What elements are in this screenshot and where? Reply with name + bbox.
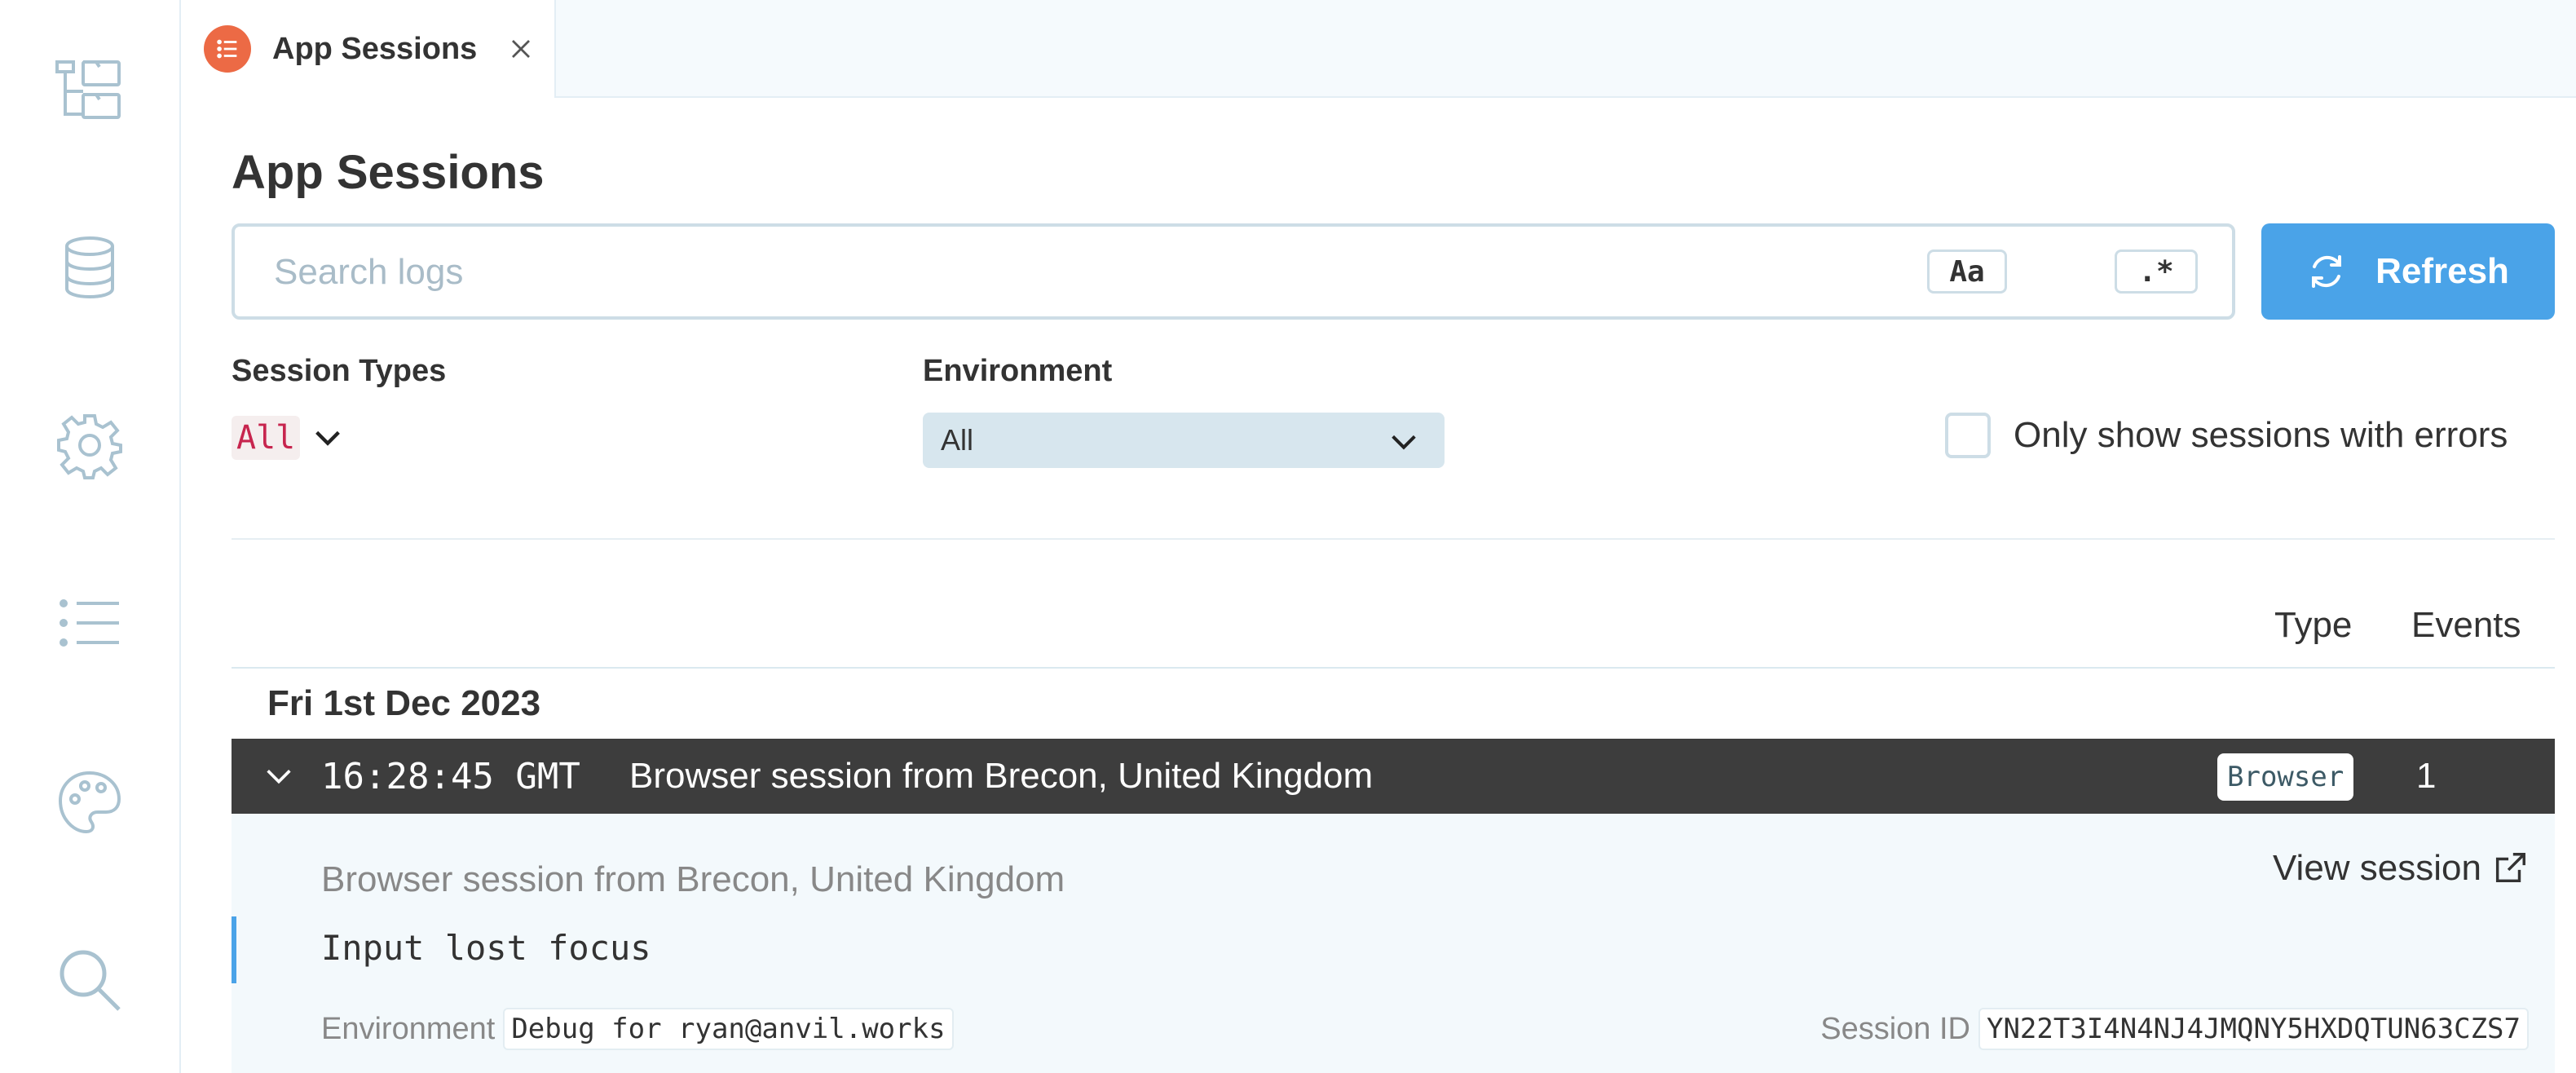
session-description: Browser session from Brecon, United King… <box>629 756 1374 796</box>
match-case-toggle[interactable]: Aa <box>1927 249 2007 294</box>
session-types-dropdown[interactable]: All <box>232 416 344 460</box>
external-link-icon <box>2495 853 2525 883</box>
view-session-link[interactable]: View session <box>2273 848 2529 889</box>
errors-only-label: Only show sessions with errors <box>2014 415 2508 455</box>
app-tree-icon <box>55 60 121 119</box>
detail-environment-label: Environment <box>321 1011 496 1046</box>
search-box: Aa .* <box>232 223 2235 320</box>
sidebar-item-data[interactable] <box>49 227 130 308</box>
chevron-down-icon[interactable] <box>262 760 295 793</box>
detail-session-id-label: Session ID <box>1820 1011 1970 1046</box>
detail-environment-value: Debug for ryan@anvil.works <box>503 1008 954 1050</box>
refresh-icon <box>2312 255 2342 288</box>
environment-label: Environment <box>923 354 1113 388</box>
detail-session-id-value: YN22T3I4N4NJ4JMQNY5HXDQTUN63CZS7 <box>1978 1008 2529 1050</box>
page-title: App Sessions <box>232 146 545 199</box>
chevron-down-icon <box>1392 435 1416 450</box>
search-icon <box>60 950 121 1011</box>
sidebar <box>0 0 181 1073</box>
environment-select[interactable]: All <box>923 413 1445 468</box>
list-icon <box>60 599 119 647</box>
environment-select-value: All <box>941 423 974 457</box>
session-types-value: All <box>232 416 301 460</box>
close-icon[interactable] <box>506 34 536 64</box>
log-line-marker <box>232 916 236 983</box>
sidebar-item-settings[interactable] <box>49 404 130 486</box>
palette-icon <box>58 771 121 834</box>
column-header-events: Events <box>2411 605 2521 645</box>
sidebar-item-app-tree[interactable] <box>49 47 130 129</box>
settings-gear-icon <box>57 414 122 479</box>
search-input[interactable] <box>272 245 1906 300</box>
refresh-button[interactable]: Refresh <box>2261 223 2555 320</box>
session-time: 16:28:45 GMT <box>321 755 580 797</box>
session-row[interactable]: 16:28:45 GMT Browser session from Brecon… <box>232 739 2555 814</box>
list-icon <box>204 25 251 73</box>
column-header-type: Type <box>2274 605 2353 645</box>
refresh-label: Refresh <box>2375 251 2509 291</box>
detail-environment: Environment Debug for ryan@anvil.works <box>321 1008 954 1050</box>
date-group-heading: Fri 1st Dec 2023 <box>267 683 541 723</box>
tab-app-sessions[interactable]: App Sessions <box>181 0 556 98</box>
filters-divider <box>232 538 2555 540</box>
database-icon <box>65 236 114 299</box>
errors-only-checkbox[interactable] <box>1945 413 1991 458</box>
session-detail-panel: Browser session from Brecon, United King… <box>232 814 2555 1073</box>
session-type-badge: Browser <box>2217 753 2354 801</box>
header-divider <box>232 667 2555 669</box>
view-session-label: View session <box>2273 848 2481 888</box>
regex-toggle[interactable]: .* <box>2115 249 2198 294</box>
detail-session-id: Session ID YN22T3I4N4NJ4JMQNY5HXDQTUN63C… <box>1820 1008 2529 1050</box>
sidebar-item-logs[interactable] <box>49 582 130 664</box>
sidebar-item-search[interactable] <box>49 939 130 1021</box>
log-line: Input lost focus <box>321 928 651 968</box>
session-types-label: Session Types <box>232 354 447 388</box>
tab-label: App Sessions <box>272 31 478 66</box>
errors-only-toggle[interactable]: Only show sessions with errors <box>1945 413 2508 458</box>
session-event-count: 1 <box>2416 756 2437 796</box>
sidebar-item-theme[interactable] <box>49 762 130 843</box>
tab-bar: App Sessions <box>181 0 2576 98</box>
detail-description: Browser session from Brecon, United King… <box>321 859 1065 899</box>
chevron-down-icon <box>315 431 341 446</box>
